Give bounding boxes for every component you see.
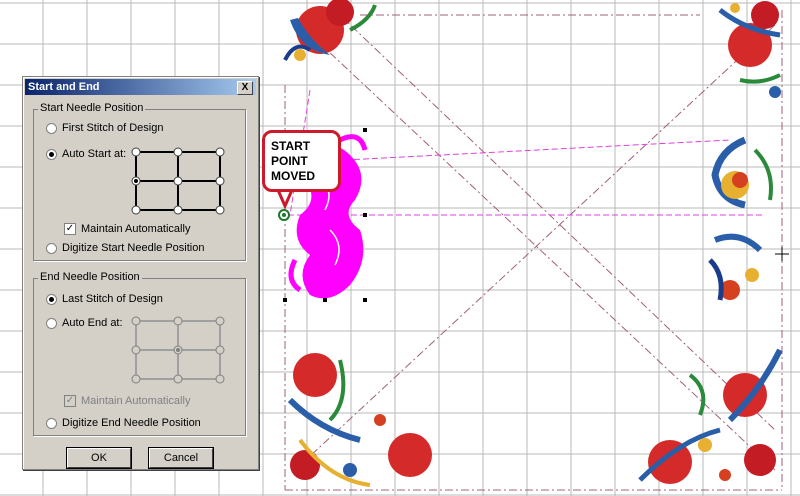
checkmark-icon: ✓ [64, 395, 76, 407]
auto-start-label: Auto Start at: [62, 148, 127, 160]
end-needle-position-group: End Needle Position Last Stitch of Desig… [33, 271, 246, 436]
auto-end-radio[interactable]: Auto End at: [46, 317, 123, 329]
callout-pointer [275, 188, 295, 210]
ok-button[interactable]: OK [67, 448, 131, 468]
maintain-auto-end-checkbox: ✓ Maintain Automatically [64, 395, 190, 407]
start-group-title: Start Needle Position [38, 102, 146, 114]
radio-indicator[interactable] [46, 293, 57, 305]
maintain-label: Maintain Automatically [81, 223, 191, 235]
floral-middle-right [708, 136, 773, 301]
cancel-button[interactable]: Cancel [149, 448, 213, 468]
maintain-end-label: Maintain Automatically [81, 395, 191, 407]
start-needle-position-group: Start Needle Position First Stitch of De… [33, 102, 246, 261]
start-and-end-dialog: Start and End X Start Needle Position Fi… [22, 76, 259, 470]
radio-indicator[interactable] [46, 122, 57, 134]
start-point-callout: START POINT MOVED [262, 130, 341, 192]
radio-indicator[interactable] [46, 242, 57, 254]
checkmark-icon[interactable]: ✓ [64, 223, 76, 235]
auto-end-label: Auto End at: [62, 317, 123, 329]
digitize-end-label: Digitize End Needle Position [62, 417, 201, 429]
floral-corner-top-left [283, 0, 377, 61]
callout-line-1: START [271, 139, 311, 153]
digitize-start-radio[interactable]: Digitize Start Needle Position [46, 242, 204, 254]
end-group-title: End Needle Position [38, 271, 142, 283]
first-stitch-label: First Stitch of Design [62, 122, 164, 134]
callout-line-2: POINT [271, 154, 308, 168]
callout-line-3: MOVED [271, 169, 316, 183]
floral-corner-top-right [718, 1, 781, 98]
auto-start-position-grid[interactable] [124, 146, 234, 216]
digitize-start-label: Digitize Start Needle Position [62, 242, 205, 254]
start-point-marker[interactable] [278, 209, 290, 221]
close-button[interactable]: X [237, 81, 253, 95]
last-stitch-label: Last Stitch of Design [62, 293, 163, 305]
close-icon: X [241, 82, 249, 93]
first-stitch-radio[interactable]: First Stitch of Design [46, 122, 163, 134]
auto-end-position-grid [131, 316, 225, 384]
floral-corner-bottom-left [287, 353, 432, 487]
floral-corner-bottom-right [638, 348, 783, 484]
radio-indicator[interactable] [46, 148, 57, 160]
maintain-auto-start-checkbox[interactable]: ✓ Maintain Automatically [64, 223, 190, 235]
radio-indicator[interactable] [46, 317, 57, 329]
auto-start-radio[interactable]: Auto Start at: [46, 148, 126, 160]
dialog-title: Start and End [28, 81, 100, 93]
digitize-end-radio[interactable]: Digitize End Needle Position [46, 417, 201, 429]
dialog-titlebar[interactable]: Start and End X [25, 79, 256, 95]
radio-indicator[interactable] [46, 417, 57, 429]
last-stitch-radio[interactable]: Last Stitch of Design [46, 293, 163, 305]
